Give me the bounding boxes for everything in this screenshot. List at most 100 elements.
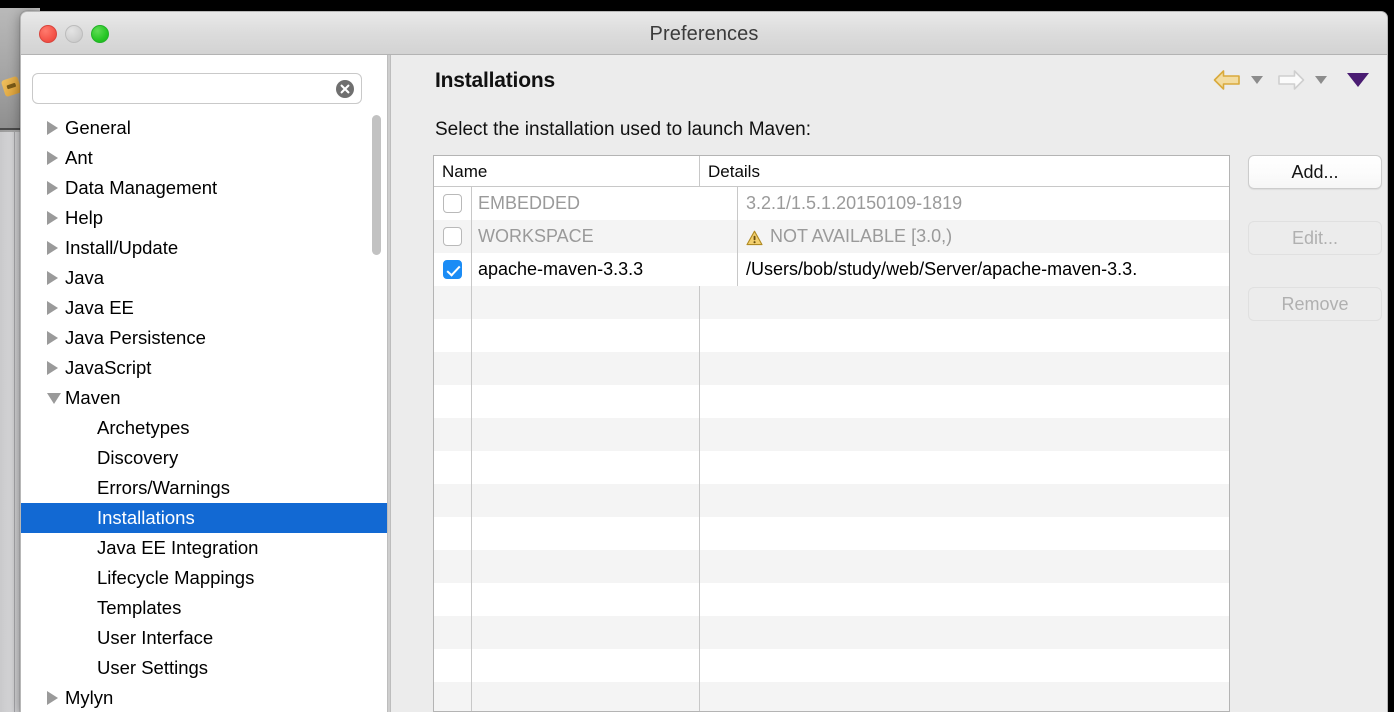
preferences-sidebar: General Ant Data Management Help Install/Upd… (21, 55, 387, 712)
chevron-down-icon[interactable] (1347, 73, 1369, 87)
remove-button[interactable]: Remove (1248, 287, 1382, 321)
empty-cell (472, 451, 700, 484)
back-history-caret-icon[interactable] (1251, 76, 1263, 84)
column-header-name[interactable]: Name (434, 156, 700, 186)
forward-arrow-icon (1273, 67, 1309, 93)
empty-cell (434, 319, 472, 352)
sidebar-item-javascript[interactable]: JavaScript (21, 353, 387, 383)
sidebar-scrollbar-thumb[interactable] (372, 115, 381, 255)
empty-cell (472, 583, 700, 616)
sidebar-item-installations[interactable]: Installations (21, 503, 387, 533)
sidebar-item-data-management[interactable]: Data Management (21, 173, 387, 203)
checkbox-checked-icon[interactable] (443, 260, 462, 279)
sidebar-item-install-update[interactable]: Install/Update (21, 233, 387, 263)
empty-cell (472, 319, 700, 352)
row-checkbox-cell (434, 187, 472, 220)
sidebar-item-java-ee[interactable]: Java EE (21, 293, 387, 323)
instruction-label: Select the installation used to launch M… (435, 119, 812, 140)
clear-search-icon[interactable] (336, 80, 354, 98)
sidebar-item-java[interactable]: Java (21, 263, 387, 293)
row-checkbox-cell (434, 220, 472, 253)
empty-cell (434, 385, 472, 418)
sidebar-item-archetypes[interactable]: Archetypes (21, 413, 387, 443)
triangle-right-icon[interactable] (47, 203, 61, 233)
table-row[interactable]: apache-maven-3.3.3/Users/bob/study/web/S… (434, 253, 1229, 286)
empty-cell (472, 418, 700, 451)
sidebar-item-label: Java EE Integration (97, 537, 259, 558)
sidebar-item-errors-warnings[interactable]: Errors/Warnings (21, 473, 387, 503)
table-empty-row (434, 517, 1229, 550)
sidebar-item-label: JavaScript (65, 357, 152, 378)
cell-details: NOT AVAILABLE [3.0,) (738, 220, 1229, 253)
sidebar-scrollbar[interactable] (372, 115, 381, 705)
triangle-down-icon[interactable] (47, 383, 61, 413)
sidebar-item-maven[interactable]: Maven (21, 383, 387, 413)
triangle-right-icon[interactable] (47, 293, 61, 323)
table-empty-row (434, 484, 1229, 517)
sidebar-item-label: Installations (97, 507, 195, 528)
sidebar-item-label: Discovery (97, 447, 179, 468)
table-body: EMBEDDED 3.2.1/1.5.1.20150109-1819 WORKSPA… (434, 187, 1229, 711)
triangle-right-icon[interactable] (47, 173, 61, 203)
table-empty-row (434, 550, 1229, 583)
sidebar-item-label: User Interface (97, 627, 214, 648)
table-header-row: Name Details (434, 156, 1229, 187)
sidebar-item-label: Templates (97, 597, 182, 618)
column-header-details[interactable]: Details (700, 156, 1229, 186)
triangle-right-icon[interactable] (47, 353, 61, 383)
sidebar-item-label: Maven (65, 387, 121, 408)
sidebar-item-label: Java Persistence (65, 327, 206, 348)
installation-details: /Users/bob/study/web/Server/apache-maven… (746, 259, 1138, 279)
edit-button[interactable]: Edit... (1248, 221, 1382, 255)
empty-cell (700, 352, 1229, 385)
preferences-tree[interactable]: General Ant Data Management Help Install/Upd… (21, 113, 387, 712)
triangle-right-icon[interactable] (47, 323, 61, 353)
sidebar-item-java-ee-integration[interactable]: Java EE Integration (21, 533, 387, 563)
empty-cell (434, 352, 472, 385)
empty-cell (434, 484, 472, 517)
navigation-controls (1209, 67, 1369, 93)
triangle-right-icon[interactable] (47, 233, 61, 263)
triangle-right-icon[interactable] (47, 113, 61, 143)
table-row[interactable]: WORKSPACE NOT AVAILABLE [3.0,) (434, 220, 1229, 253)
sidebar-item-templates[interactable]: Templates (21, 593, 387, 623)
sidebar-item-label: General (65, 117, 131, 138)
window-titlebar[interactable]: Preferences (21, 12, 1387, 55)
checkbox-unchecked-icon[interactable] (443, 227, 462, 246)
sidebar-item-lifecycle-mappings[interactable]: Lifecycle Mappings (21, 563, 387, 593)
empty-cell (434, 550, 472, 583)
triangle-right-icon[interactable] (47, 143, 61, 173)
sidebar-item-ant[interactable]: Ant (21, 143, 387, 173)
empty-cell (434, 451, 472, 484)
preferences-window: Preferences General Ant Data Management Hel… (20, 11, 1388, 712)
checkbox-unchecked-icon[interactable] (443, 194, 462, 213)
installation-name: WORKSPACE (478, 226, 594, 246)
search-input[interactable] (32, 73, 362, 104)
table-empty-row (434, 583, 1229, 616)
sidebar-item-help[interactable]: Help (21, 203, 387, 233)
cell-name: WORKSPACE (472, 220, 738, 253)
sidebar-item-user-interface[interactable]: User Interface (21, 623, 387, 653)
installations-table[interactable]: Name Details EMBEDDED 3.2.1/1.5.1.2015010… (433, 155, 1230, 712)
sidebar-item-user-settings[interactable]: User Settings (21, 653, 387, 683)
empty-cell (434, 583, 472, 616)
triangle-right-icon[interactable] (47, 263, 61, 293)
sidebar-item-mylyn[interactable]: Mylyn (21, 683, 387, 712)
sidebar-item-java-persistence[interactable]: Java Persistence (21, 323, 387, 353)
empty-cell (434, 418, 472, 451)
page-header: Installations (393, 55, 1387, 113)
preferences-content: Installations Select the installation us… (393, 55, 1387, 712)
pencil-icon (0, 75, 23, 98)
sidebar-item-discovery[interactable]: Discovery (21, 443, 387, 473)
sidebar-item-label: Mylyn (65, 687, 114, 708)
pane-divider[interactable] (387, 55, 391, 712)
empty-cell (472, 550, 700, 583)
empty-cell (700, 550, 1229, 583)
empty-cell (434, 682, 472, 711)
triangle-right-icon[interactable] (47, 683, 61, 712)
back-arrow-icon[interactable] (1209, 67, 1245, 93)
row-checkbox-cell (434, 253, 472, 286)
sidebar-item-general[interactable]: General (21, 113, 387, 143)
table-row[interactable]: EMBEDDED 3.2.1/1.5.1.20150109-1819 (434, 187, 1229, 220)
add-button[interactable]: Add... (1248, 155, 1382, 189)
